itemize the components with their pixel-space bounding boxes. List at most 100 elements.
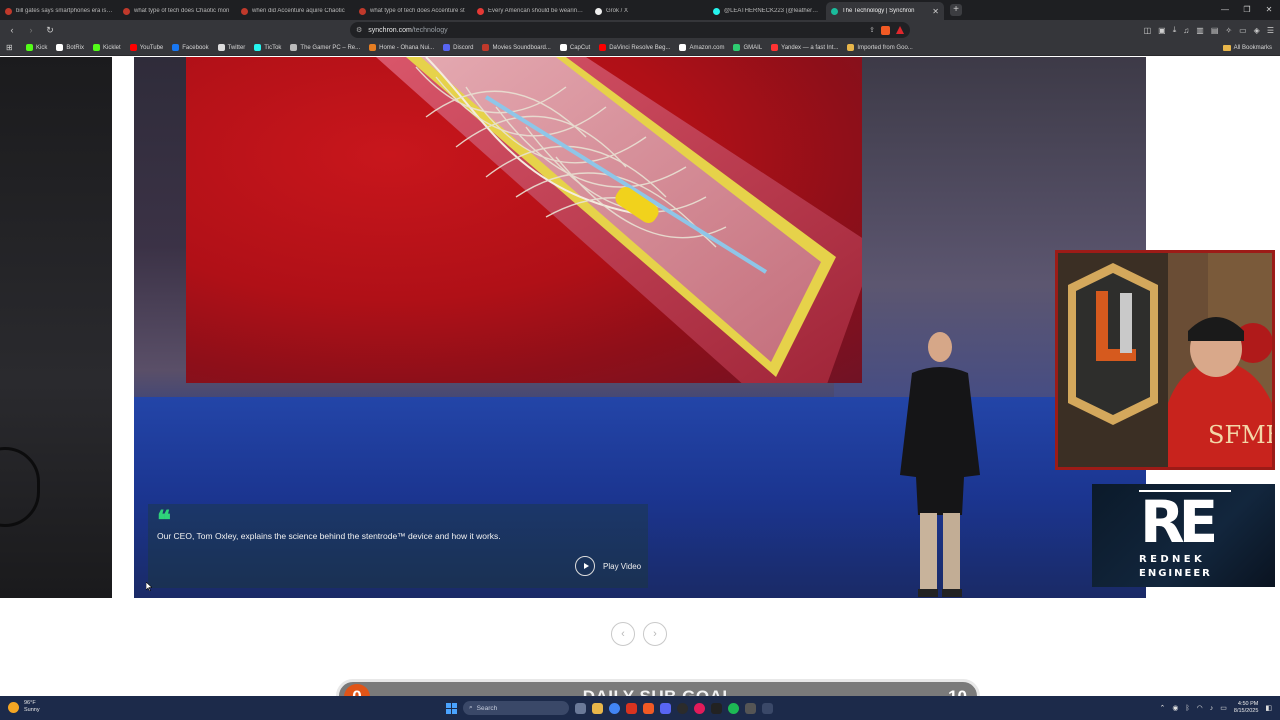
share-icon[interactable]: ⇪ bbox=[869, 26, 875, 35]
bluetooth-icon[interactable]: ᛒ bbox=[1185, 705, 1189, 712]
app-icon-pink[interactable] bbox=[694, 702, 705, 714]
browser-tab[interactable]: @LEATHERNECK223 (@leatherneck bbox=[708, 2, 826, 20]
reload-icon[interactable]: ↻ bbox=[43, 25, 57, 36]
weather-widget[interactable]: 96°F Sunny bbox=[8, 700, 40, 714]
clock-time: 4:50 PM bbox=[1237, 701, 1259, 707]
task-view-icon[interactable] bbox=[575, 702, 586, 714]
logo-rule-top bbox=[1139, 490, 1231, 492]
brave-icon[interactable] bbox=[643, 702, 654, 714]
bookmark-favicon-icon bbox=[733, 44, 741, 51]
volume-icon[interactable]: ♪ bbox=[1210, 705, 1214, 712]
bookmark-item[interactable]: CapCut bbox=[559, 44, 591, 51]
vpn-icon[interactable]: ◈ bbox=[1254, 26, 1260, 35]
obs-icon[interactable] bbox=[677, 702, 688, 714]
bookmark-label: BotRix bbox=[66, 44, 85, 51]
browser-tab[interactable]: what type of tech does Accenture st bbox=[354, 2, 472, 20]
battery-icon[interactable]: ▭ bbox=[1220, 704, 1227, 712]
previous-slide-peek[interactable] bbox=[0, 57, 112, 598]
browser-tab[interactable]: when did Accenture aquire Chaotic bbox=[236, 2, 354, 20]
start-icon[interactable] bbox=[446, 702, 457, 714]
tab-title: Grok / X bbox=[606, 8, 629, 14]
maximize-icon[interactable]: ❐ bbox=[1236, 0, 1258, 20]
bookmark-item[interactable]: Discord bbox=[443, 44, 473, 51]
play-video-button[interactable]: Play Video bbox=[575, 556, 641, 576]
bookmark-item[interactable]: The Gamer PC – Re... bbox=[290, 44, 360, 51]
extension-icon[interactable]: ◫ bbox=[1144, 26, 1152, 35]
media-icon[interactable]: ♫ bbox=[1183, 26, 1189, 35]
minimize-icon[interactable]: — bbox=[1214, 0, 1236, 20]
window-controls: — ❐ ✕ bbox=[1214, 0, 1280, 20]
network-icon[interactable]: ◉ bbox=[1172, 704, 1178, 712]
clock-date: 8/15/2025 bbox=[1233, 708, 1259, 714]
carousel-next-button[interactable]: › bbox=[643, 622, 667, 646]
bookmark-favicon-icon bbox=[443, 44, 451, 51]
browser-tab[interactable]: what type of tech does Chaotic mon bbox=[118, 2, 236, 20]
taskbar-search[interactable]: ⌕ Search bbox=[463, 701, 569, 715]
bookmark-item[interactable]: GMAIL bbox=[733, 44, 762, 51]
bookmark-item[interactable]: Imported from Goo... bbox=[847, 44, 913, 51]
bookmark-label: Facebook bbox=[182, 44, 209, 51]
wallet-icon[interactable]: ▭ bbox=[1239, 26, 1247, 35]
all-bookmarks-button[interactable]: All Bookmarks bbox=[1222, 44, 1272, 51]
bookmark-label: CapCut bbox=[569, 44, 591, 51]
close-window-icon[interactable]: ✕ bbox=[1258, 0, 1280, 20]
site-info-icon[interactable]: ⚙ bbox=[356, 26, 362, 34]
browser-tab[interactable]: bill gates says smartphones era is ex bbox=[0, 2, 118, 20]
new-tab-button[interactable]: + bbox=[950, 4, 962, 16]
wifi-icon[interactable]: ◠ bbox=[1197, 704, 1203, 712]
address-bar[interactable]: ⚙ synchron.com/technology ⇪ bbox=[350, 22, 910, 38]
brave-shield-icon[interactable] bbox=[881, 25, 890, 35]
tab-title: what type of tech does Accenture st bbox=[370, 8, 465, 14]
spotify-icon[interactable] bbox=[728, 702, 739, 714]
browser-tab[interactable]: Grok / X bbox=[590, 2, 708, 20]
bookmark-item[interactable]: YouTube bbox=[129, 44, 163, 51]
search-icon: ⌕ bbox=[469, 704, 473, 711]
bookmark-item[interactable]: Facebook bbox=[172, 44, 209, 51]
browser-tab[interactable]: Every American should be wearing a bbox=[472, 2, 590, 20]
chrome-icon[interactable] bbox=[609, 702, 620, 714]
bookmark-label: Imported from Goo... bbox=[857, 44, 913, 51]
bookmark-item[interactable]: Kicklet bbox=[93, 44, 121, 51]
app-icon-blue[interactable] bbox=[762, 702, 773, 714]
menu-icon[interactable]: ☰ bbox=[1267, 26, 1274, 35]
apps-grid-icon[interactable]: ⊞ bbox=[6, 43, 16, 52]
play-icon bbox=[575, 556, 595, 576]
webcam-feed: SFMF bbox=[1055, 250, 1275, 470]
terminal-icon[interactable] bbox=[711, 702, 722, 714]
logo-word-rednek: REDNEK bbox=[1139, 554, 1206, 565]
bookmark-favicon-icon bbox=[254, 44, 262, 51]
video-slide[interactable]: ❝ Our CEO, Tom Oxley, explains the scien… bbox=[134, 57, 1146, 598]
download-icon[interactable]: ⤓ bbox=[1173, 25, 1177, 35]
brave-rewards-icon[interactable] bbox=[896, 25, 904, 34]
bookmark-item[interactable]: Home - Ohana Nui... bbox=[369, 44, 434, 51]
back-icon[interactable]: ‹ bbox=[5, 25, 19, 35]
bookmark-item[interactable]: Kick bbox=[26, 44, 47, 51]
bookmark-item[interactable]: TicTok bbox=[254, 44, 281, 51]
bookmark-item[interactable]: Amazon.com bbox=[679, 44, 724, 51]
bookmark-item[interactable]: DaVinci Resolve Beg... bbox=[599, 44, 670, 51]
chevron-up-icon[interactable]: ⌃ bbox=[1159, 704, 1165, 712]
app-icon-red[interactable] bbox=[626, 702, 637, 714]
close-tab-icon[interactable]: ✕ bbox=[932, 7, 939, 16]
bookmark-item[interactable]: BotRix bbox=[56, 44, 84, 51]
bookmark-item[interactable]: Twitter bbox=[217, 44, 245, 51]
bookmark-favicon-icon bbox=[847, 44, 855, 51]
leo-ai-icon[interactable]: ✧ bbox=[1225, 26, 1232, 35]
webcam-shirt-text: SFMF bbox=[1208, 421, 1272, 449]
bookmark-label: Home - Ohana Nui... bbox=[379, 44, 435, 51]
file-explorer-icon[interactable] bbox=[592, 702, 603, 714]
notifications-icon[interactable]: ◧ bbox=[1265, 704, 1272, 712]
screenshot-icon[interactable]: ▣ bbox=[1158, 26, 1166, 35]
discord-icon[interactable] bbox=[660, 702, 671, 714]
bookmark-label: The Gamer PC – Re... bbox=[300, 44, 361, 51]
app-icon-gray[interactable] bbox=[745, 702, 756, 714]
bookmark-favicon-icon bbox=[217, 44, 225, 51]
forward-icon[interactable]: › bbox=[24, 25, 38, 35]
tabs-icon[interactable]: ▤ bbox=[1211, 26, 1219, 35]
clock[interactable]: 4:50 PM 8/15/2025 bbox=[1234, 701, 1258, 715]
carousel-prev-button[interactable]: ‹ bbox=[611, 622, 635, 646]
bookmark-item[interactable]: Movies Soundboard... bbox=[482, 44, 551, 51]
sidebar-icon[interactable]: ▥ bbox=[1196, 26, 1204, 35]
browser-tab[interactable]: The Technology | Synchron ✕ bbox=[826, 2, 944, 20]
bookmark-item[interactable]: Yandex — a fast Int... bbox=[771, 44, 838, 51]
